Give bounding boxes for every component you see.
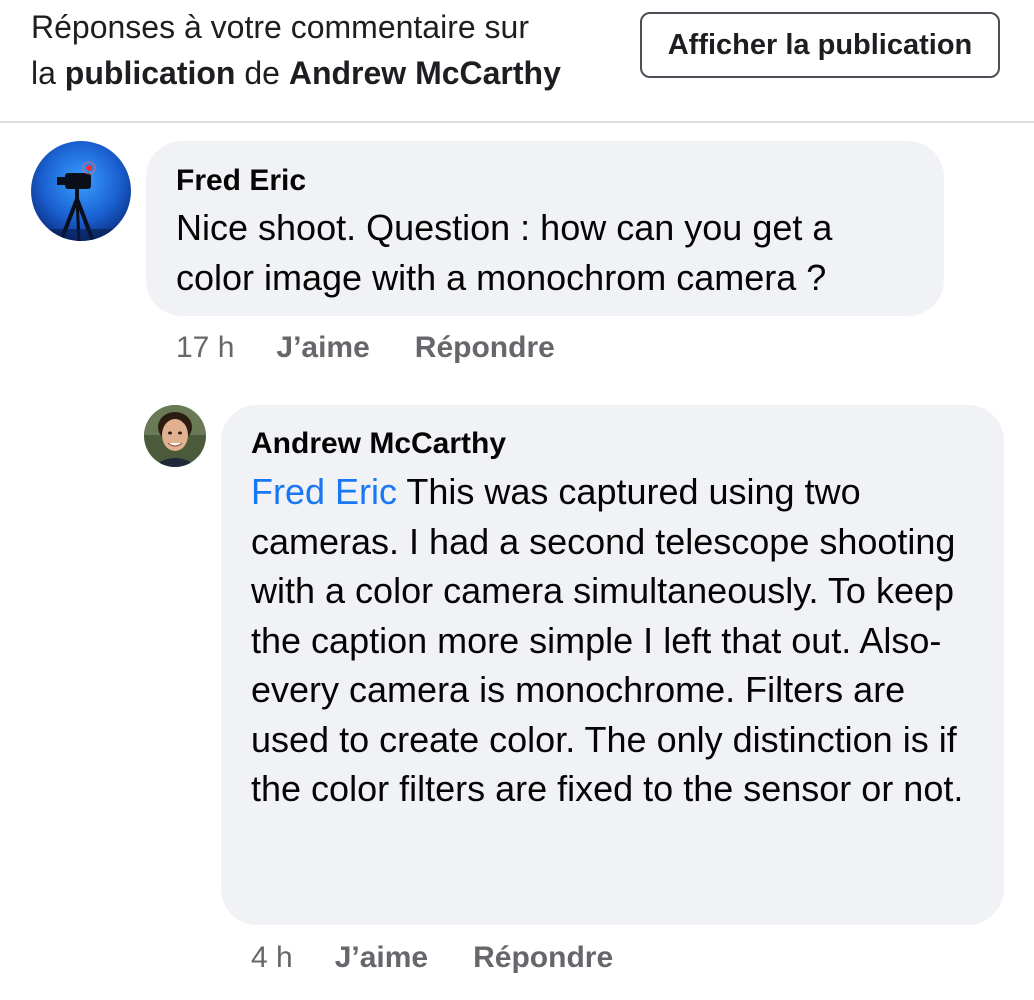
reply-body: This was captured using two cameras. I h… [251,471,964,809]
title-line1: Réponses à votre commentaire sur [31,9,529,45]
mention-link-fred-eric[interactable]: Fred Eric [251,471,397,512]
like-button[interactable]: J’aime [276,328,369,368]
comment-actions-andrew-mccarthy: 4 h J’aime Répondre [251,938,613,978]
page-header: Réponses à votre commentaire sur la publ… [0,0,1034,123]
page-title: Réponses à votre commentaire sur la publ… [31,4,631,96]
reply-button[interactable]: Répondre [415,328,555,368]
comment-text-fred-eric: Nice shoot. Question : how can you get a… [176,207,833,298]
avatar-fred-eric[interactable] [31,141,131,241]
comment-author-andrew-mccarthy[interactable]: Andrew McCarthy [251,424,974,464]
comment-text-andrew-mccarthy: Fred Eric This was captured using two ca… [251,467,974,814]
title-author: Andrew McCarthy [288,55,561,91]
comment-bubble-andrew-mccarthy[interactable]: Andrew McCarthy Fred Eric This was captu… [221,405,1004,925]
comment-author-fred-eric[interactable]: Fred Eric [176,161,914,201]
reply-button[interactable]: Répondre [473,938,613,978]
comment-bubble-fred-eric[interactable]: Fred Eric Nice shoot. Question : how can… [146,141,944,316]
profile-photo-icon [144,405,206,467]
like-button[interactable]: J’aime [335,938,428,978]
comment-time[interactable]: 17 h [176,328,234,368]
comment-actions-fred-eric: 17 h J’aime Répondre [176,328,555,368]
title-post-word: publication [64,55,236,91]
view-post-button[interactable]: Afficher la publication [640,12,1000,78]
title-de: de [235,55,289,91]
title-prefix: la [31,55,65,91]
telescope-photo-icon [31,141,131,241]
comment-time[interactable]: 4 h [251,938,293,978]
avatar-andrew-mccarthy[interactable] [144,405,206,467]
